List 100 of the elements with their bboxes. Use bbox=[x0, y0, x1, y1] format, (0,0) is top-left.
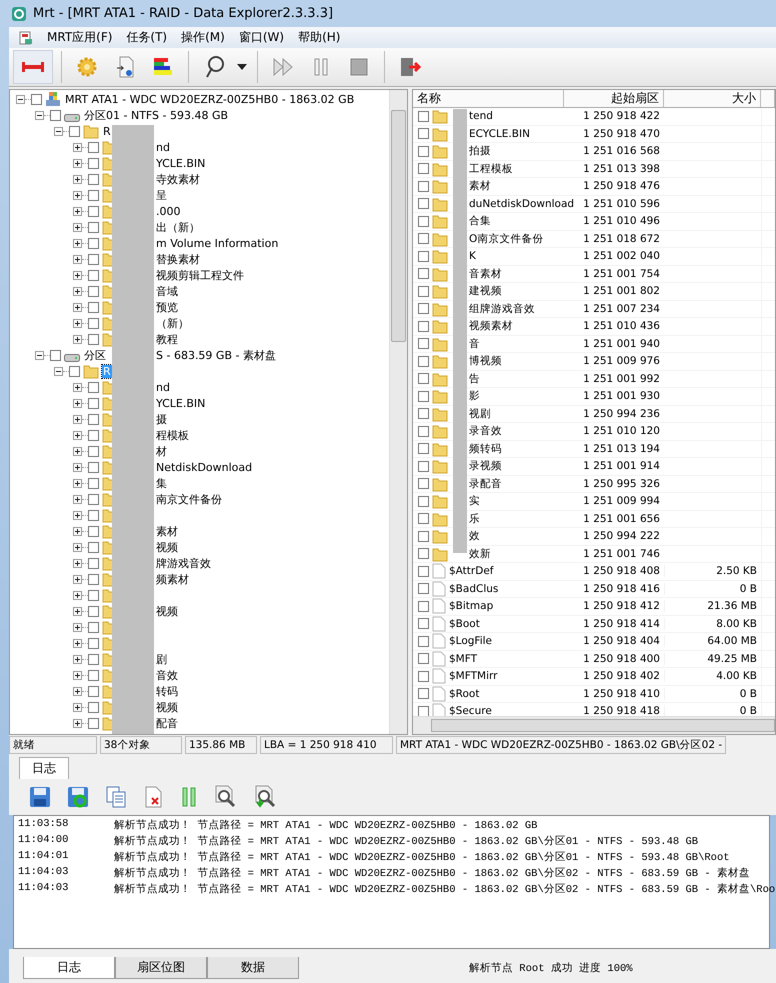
checkbox[interactable] bbox=[418, 408, 429, 420]
expand-toggle[interactable] bbox=[73, 478, 82, 488]
expand-toggle[interactable] bbox=[73, 622, 82, 632]
checkbox[interactable] bbox=[88, 654, 99, 664]
tree-item[interactable]: 摄 bbox=[155, 412, 168, 426]
tree-item[interactable]: MRT ATA1 - WDC WD20EZRZ-00Z5HB0 - 1863.02 GB bbox=[64, 92, 356, 106]
tree-item[interactable]: 寺效素材 bbox=[155, 172, 201, 186]
expand-toggle[interactable] bbox=[73, 542, 82, 552]
checkbox[interactable] bbox=[88, 254, 99, 264]
checkbox[interactable] bbox=[418, 390, 429, 402]
checkbox[interactable] bbox=[88, 446, 99, 456]
tree-item[interactable]: 程模板 bbox=[155, 428, 190, 442]
expand-toggle[interactable] bbox=[73, 238, 82, 248]
checkbox[interactable] bbox=[88, 478, 99, 488]
tree-item[interactable]: NetdiskDownload bbox=[155, 460, 254, 474]
checkbox[interactable] bbox=[418, 216, 429, 227]
expand-toggle[interactable] bbox=[73, 302, 82, 312]
checkbox[interactable] bbox=[88, 190, 99, 200]
column-header[interactable]: 大小 bbox=[664, 90, 761, 107]
expand-toggle[interactable] bbox=[73, 414, 82, 424]
menu-item[interactable]: 操作(M) bbox=[181, 29, 225, 46]
checkbox[interactable] bbox=[88, 526, 99, 536]
expand-toggle[interactable] bbox=[73, 526, 82, 536]
tree-item[interactable]: 音效 bbox=[155, 668, 179, 682]
expand-toggle[interactable] bbox=[73, 510, 82, 520]
checkbox[interactable] bbox=[418, 426, 429, 437]
app-menu-icon[interactable] bbox=[19, 30, 33, 44]
expand-toggle[interactable] bbox=[73, 286, 82, 296]
checkbox[interactable] bbox=[418, 566, 429, 577]
tree-item[interactable]: 教程 bbox=[155, 332, 179, 346]
tree-item[interactable]: 牌游戏音效 bbox=[155, 556, 212, 570]
checkbox[interactable] bbox=[88, 398, 99, 408]
checkbox[interactable] bbox=[418, 320, 429, 332]
tree-item[interactable]: m Volume Information bbox=[155, 236, 280, 250]
tree-item[interactable]: 视频剪辑工程文件 bbox=[155, 268, 245, 282]
checkbox[interactable] bbox=[418, 268, 429, 280]
checkbox[interactable] bbox=[418, 706, 429, 717]
copy-icon[interactable] bbox=[105, 786, 127, 808]
expand-toggle[interactable] bbox=[73, 206, 82, 216]
checkbox[interactable] bbox=[50, 350, 61, 360]
expand-toggle[interactable] bbox=[73, 462, 82, 472]
checkbox[interactable] bbox=[418, 636, 429, 647]
checkbox[interactable] bbox=[88, 206, 99, 216]
tab[interactable]: 日志 bbox=[23, 957, 115, 979]
checkbox[interactable] bbox=[88, 222, 99, 232]
checkbox[interactable] bbox=[88, 462, 99, 472]
checkbox[interactable] bbox=[88, 302, 99, 312]
checkbox[interactable] bbox=[88, 142, 99, 152]
checkbox[interactable] bbox=[88, 270, 99, 280]
checkbox[interactable] bbox=[88, 430, 99, 440]
expand-toggle[interactable] bbox=[73, 494, 82, 504]
expand-toggle[interactable] bbox=[73, 142, 82, 152]
tree-item[interactable]: 视频 bbox=[155, 700, 179, 714]
tree-item[interactable]: nd bbox=[155, 380, 171, 394]
collapse-toggle[interactable] bbox=[16, 94, 25, 104]
scrollbar[interactable] bbox=[413, 716, 775, 734]
tab[interactable]: 日志 bbox=[19, 757, 69, 779]
checkbox[interactable] bbox=[88, 494, 99, 504]
tab[interactable]: 扇区位图 bbox=[115, 957, 207, 979]
tree-item[interactable]: 转码 bbox=[155, 684, 179, 698]
tree-item[interactable]: nd bbox=[155, 140, 171, 154]
checkbox[interactable] bbox=[88, 638, 99, 648]
checkbox[interactable] bbox=[418, 180, 429, 192]
checkbox[interactable] bbox=[88, 558, 99, 568]
tree-item[interactable]: YCLE.BIN bbox=[155, 396, 206, 410]
checkbox[interactable] bbox=[418, 163, 429, 174]
checkbox[interactable] bbox=[418, 338, 429, 350]
save-refresh-icon[interactable] bbox=[67, 786, 89, 808]
tree-item[interactable]: 南京文件备份 bbox=[155, 492, 223, 506]
tree-item[interactable]: 分区01 - NTFS - 593.48 GB bbox=[83, 108, 230, 122]
expand-toggle[interactable] bbox=[73, 318, 82, 328]
checkbox[interactable] bbox=[418, 688, 429, 700]
checkbox[interactable] bbox=[88, 686, 99, 696]
checkbox[interactable] bbox=[418, 303, 429, 314]
checkbox[interactable] bbox=[418, 373, 429, 384]
checkbox[interactable] bbox=[418, 110, 429, 122]
expand-toggle[interactable] bbox=[73, 430, 82, 440]
checkbox[interactable] bbox=[418, 146, 429, 157]
tree-item[interactable]: 材 bbox=[155, 444, 168, 458]
expand-toggle[interactable] bbox=[73, 222, 82, 232]
tree-item[interactable]: 出（新） bbox=[155, 220, 201, 234]
checkbox[interactable] bbox=[418, 600, 429, 612]
tree-item[interactable]: YCLE.BIN bbox=[155, 156, 206, 170]
tree-item[interactable]: 视频 bbox=[155, 604, 179, 618]
expand-toggle[interactable] bbox=[73, 158, 82, 168]
tree-item[interactable]: 分区 bbox=[83, 348, 107, 362]
expand-toggle[interactable] bbox=[73, 574, 82, 584]
column-header[interactable]: 名称 bbox=[413, 90, 564, 107]
checkbox[interactable] bbox=[88, 174, 99, 184]
checkbox[interactable] bbox=[418, 250, 429, 262]
expand-toggle[interactable] bbox=[73, 590, 82, 600]
checkbox[interactable] bbox=[88, 542, 99, 552]
checkbox[interactable] bbox=[88, 606, 99, 616]
tree-item[interactable]: 呈 bbox=[155, 188, 168, 202]
checkbox[interactable] bbox=[69, 126, 80, 136]
expand-toggle[interactable] bbox=[73, 398, 82, 408]
tree-item[interactable]: .000 bbox=[155, 204, 182, 218]
menu-item[interactable]: 任务(T) bbox=[126, 29, 168, 46]
tree-item[interactable]: R bbox=[102, 124, 112, 138]
checkbox[interactable] bbox=[69, 366, 80, 376]
